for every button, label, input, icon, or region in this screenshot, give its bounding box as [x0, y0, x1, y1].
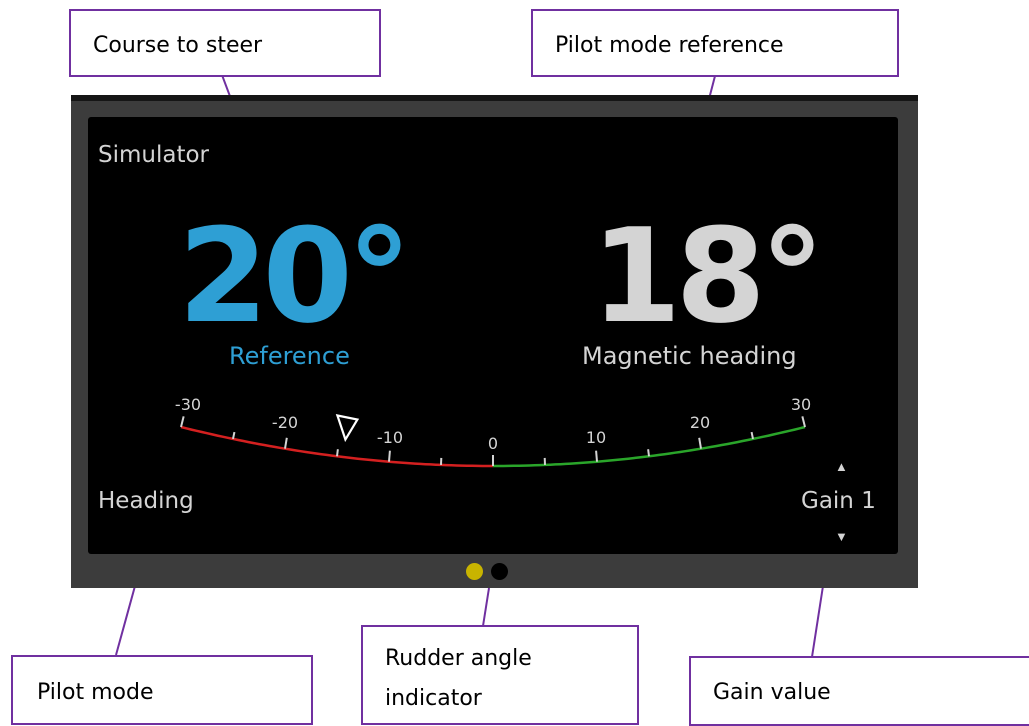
callout-rudder-angle-indicator-line2: indicator [385, 679, 637, 719]
rudder-tick-label: -20 [272, 413, 298, 432]
callout-gain-value: Gain value [689, 656, 1029, 726]
connector-gain-value [812, 586, 823, 657]
rudder-major-tick [596, 451, 597, 462]
autopilot-display-unit: Simulator 20° Reference 18° Magnetic hea… [71, 95, 918, 588]
gain-up-icon[interactable]: ▲ [835, 460, 848, 473]
rudder-scale-port-arc [181, 427, 493, 466]
rudder-major-tick [802, 416, 805, 427]
callout-gain-value-text: Gain value [713, 675, 1029, 711]
rudder-tick-label: -30 [175, 395, 201, 414]
callout-pilot-mode: Pilot mode [11, 655, 313, 725]
rudder-minor-tick [233, 432, 234, 439]
pilot-mode-label: Heading [98, 488, 194, 514]
rudder-tick-label: 0 [488, 434, 498, 453]
rudder-scale-starboard-arc [493, 427, 805, 466]
callout-pilot-mode-reference-text: Pilot mode reference [555, 28, 897, 64]
rudder-tick-label: 30 [791, 395, 811, 414]
rudder-minor-tick [648, 449, 649, 456]
rudder-minor-tick [752, 432, 753, 439]
rudder-major-tick [285, 438, 287, 449]
rudder-major-tick [389, 451, 390, 462]
callout-pilot-mode-text: Pilot mode [37, 675, 311, 711]
callout-pilot-mode-reference: Pilot mode reference [531, 9, 899, 77]
rudder-major-tick [181, 416, 184, 427]
callout-course-to-steer-text: Course to steer [93, 28, 379, 64]
rudder-pointer-icon [337, 416, 357, 440]
page-dot-active[interactable] [466, 563, 483, 580]
connector-pilot-mode [116, 586, 135, 655]
rudder-major-tick [699, 438, 701, 449]
gain-value-label: Gain 1 [801, 488, 876, 514]
gain-down-icon[interactable]: ▼ [835, 530, 848, 543]
rudder-tick-label: -10 [377, 428, 403, 447]
rudder-angle-indicator: -30 -20 -10 0 10 20 30 [88, 117, 898, 554]
autopilot-screen: Simulator 20° Reference 18° Magnetic hea… [88, 117, 898, 554]
connector-rudder-angle-indicator [483, 588, 489, 626]
callout-rudder-angle-indicator-line1: Rudder angle [385, 639, 637, 679]
callout-rudder-angle-indicator: Rudder angle indicator [361, 625, 639, 725]
page-dot-inactive[interactable] [491, 563, 508, 580]
rudder-tick-label: 10 [586, 428, 606, 447]
rudder-minor-tick [337, 449, 338, 456]
callout-course-to-steer: Course to steer [69, 9, 381, 77]
rudder-tick-label: 20 [690, 413, 710, 432]
